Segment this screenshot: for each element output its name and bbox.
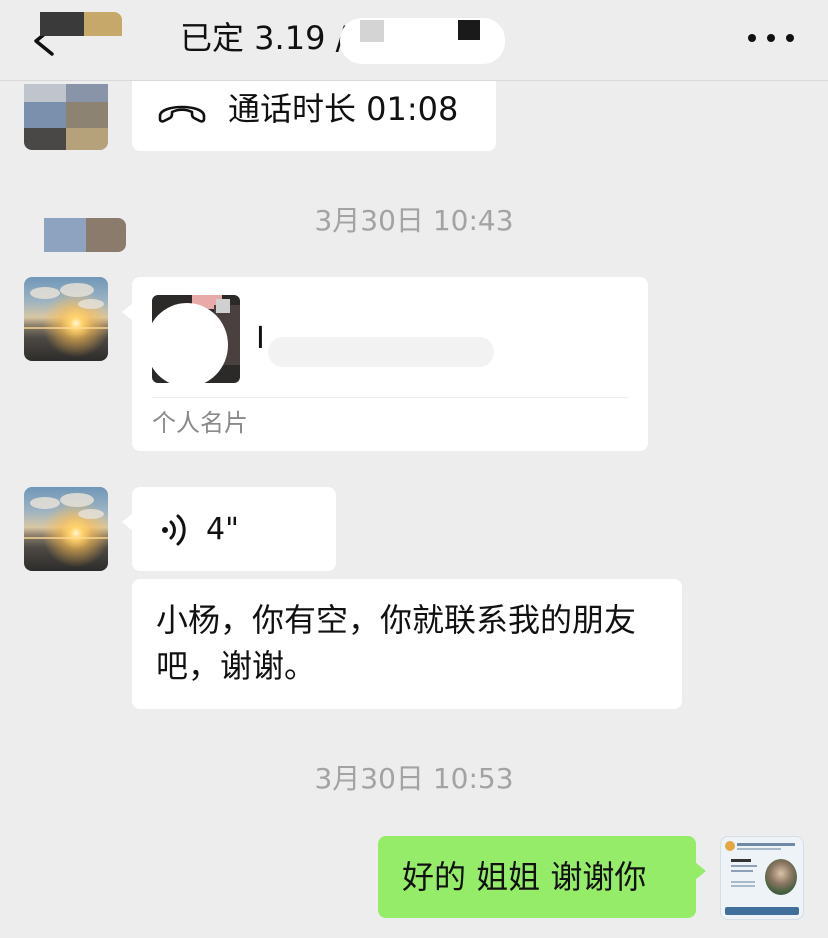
message-text: 小杨，你有空，你就联系我的朋友吧，谢谢。: [156, 601, 637, 685]
chat-header: 已定 3.19 /: [0, 0, 828, 81]
more-dots-icon: [748, 34, 756, 42]
more-button[interactable]: [748, 34, 794, 44]
card-name-initial: I: [256, 321, 265, 356]
call-duration-text: 通话时长 01:08: [228, 90, 459, 128]
timestamp: 3月30日 10:53: [314, 762, 514, 795]
timestamp: 3月30日 10:43: [314, 204, 514, 237]
sent-message-text: 好的 姐姐 谢谢你: [402, 858, 647, 896]
redacted-card-photo: [146, 303, 228, 387]
call-record-bubble[interactable]: 通话时长 01:08: [132, 80, 496, 151]
redacted-card-name: [268, 337, 494, 367]
card-type-label: 个人名片: [152, 409, 248, 437]
my-avatar[interactable]: [720, 836, 804, 920]
voice-message-bubble[interactable]: 4": [122, 487, 336, 571]
sent-message-bubble[interactable]: 好的 姐姐 谢谢你: [378, 836, 706, 918]
chat-title: 已定 3.19 /: [180, 19, 347, 57]
phone-icon: [158, 105, 206, 123]
voice-duration: 4": [206, 512, 239, 547]
contact-card-bubble[interactable]: I 个人名片: [122, 277, 648, 451]
text-message-bubble[interactable]: 小杨，你有空，你就联系我的朋友吧，谢谢。: [132, 579, 682, 709]
contact-avatar[interactable]: [24, 487, 108, 571]
redacted-avatar-top: [40, 12, 122, 82]
voice-icon: [162, 514, 186, 546]
contact-avatar-redacted[interactable]: [24, 84, 108, 150]
redacted-title-area: [340, 18, 505, 64]
contact-avatar[interactable]: [24, 277, 108, 361]
